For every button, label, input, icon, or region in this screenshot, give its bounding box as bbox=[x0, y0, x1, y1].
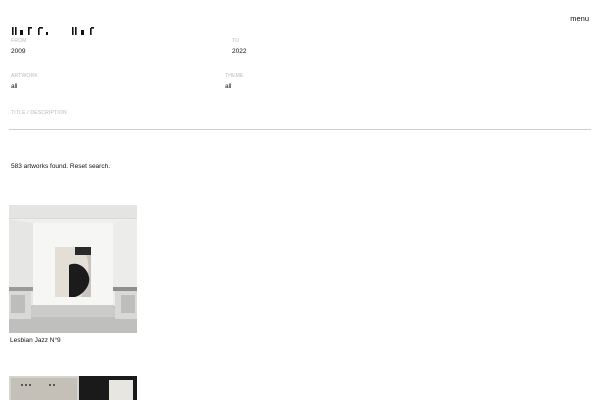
from-year-select[interactable]: 2009 bbox=[11, 48, 25, 55]
theme-label: THEME bbox=[225, 73, 244, 79]
search-divider bbox=[9, 129, 591, 130]
title-description-input[interactable] bbox=[9, 116, 591, 128]
results-summary: 583 artworks found. Reset search. bbox=[11, 163, 110, 170]
menu-button[interactable]: menu bbox=[570, 14, 589, 23]
artwork-image[interactable] bbox=[9, 376, 137, 400]
site-logo[interactable] bbox=[11, 21, 111, 35]
from-label: FROM bbox=[11, 38, 27, 44]
theme-select[interactable]: all bbox=[225, 83, 232, 90]
artwork-card[interactable]: Lesbian Jazz N°9 bbox=[9, 205, 137, 344]
artwork-title[interactable]: Lesbian Jazz N°9 bbox=[10, 337, 137, 344]
artwork-card[interactable] bbox=[9, 376, 137, 400]
to-label: TO bbox=[232, 38, 240, 44]
results-count: 583 artworks found. bbox=[11, 163, 69, 170]
artwork-select[interactable]: all bbox=[11, 83, 18, 90]
artwork-image[interactable] bbox=[9, 205, 137, 333]
artwork-label: ARTWORK bbox=[11, 73, 38, 79]
reset-search-link[interactable]: Reset search. bbox=[70, 163, 110, 170]
to-year-select[interactable]: 2022 bbox=[232, 48, 246, 55]
